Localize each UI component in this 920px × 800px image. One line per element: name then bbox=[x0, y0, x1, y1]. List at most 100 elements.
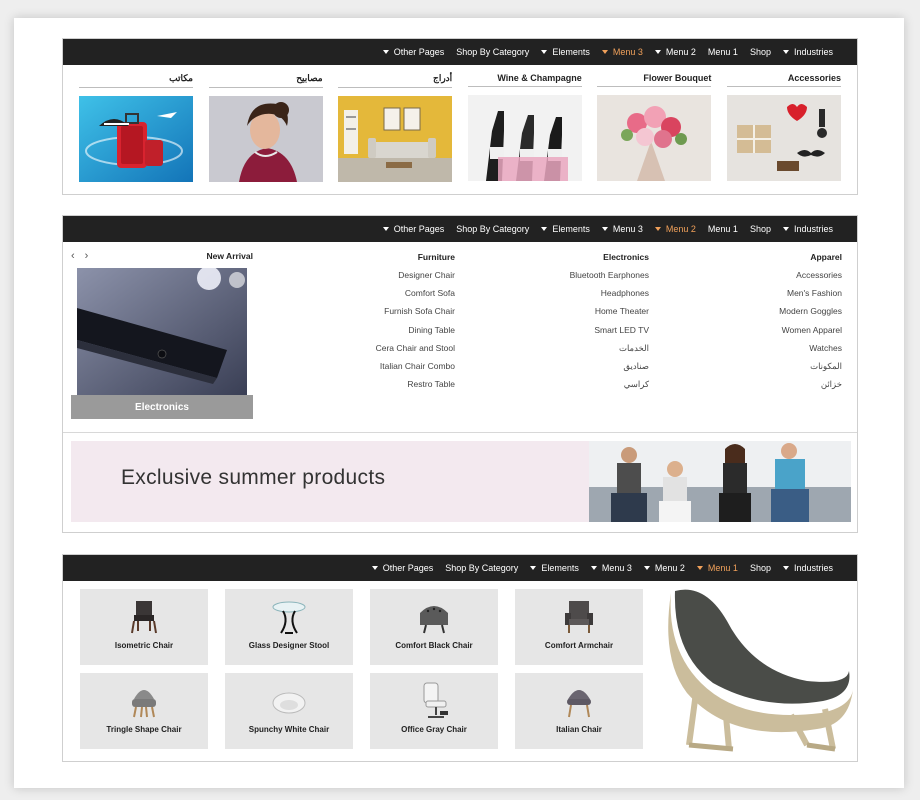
menu-link[interactable]: Smart LED TV bbox=[570, 321, 649, 339]
menu-link[interactable]: Comfort Sofa bbox=[376, 284, 455, 302]
main-nav: Other Pages Shop By Category Elements Menu … bbox=[63, 216, 857, 242]
nav-item-shop[interactable]: Shop bbox=[750, 563, 771, 573]
category-card[interactable]: مكاتب bbox=[79, 73, 193, 182]
menu-link[interactable]: Home Theater bbox=[570, 302, 649, 320]
nav-item-industries[interactable]: Industries bbox=[782, 563, 833, 573]
chevron-right-icon[interactable]: › bbox=[85, 250, 89, 262]
nav-item-other-pages[interactable]: Other Pages bbox=[382, 47, 444, 57]
nav-item-shop[interactable]: Shop bbox=[750, 224, 771, 234]
nav-item-label: Shop bbox=[749, 224, 771, 234]
people-group-image bbox=[589, 441, 851, 522]
category-title[interactable]: Wine & Champagne bbox=[467, 73, 582, 87]
category-title[interactable]: مصابيح bbox=[208, 73, 323, 88]
living-room-image[interactable] bbox=[338, 96, 453, 182]
italian-chair-icon bbox=[567, 690, 591, 718]
flowers-image[interactable] bbox=[597, 95, 712, 181]
product-tile[interactable]: Spunchy White Chair bbox=[225, 673, 353, 749]
menu-link[interactable]: Modern Goggles bbox=[779, 302, 842, 320]
champagne-image[interactable] bbox=[467, 95, 582, 181]
caret-down-icon bbox=[654, 227, 661, 231]
menu-link[interactable]: كراسي bbox=[570, 375, 649, 393]
product-tile[interactable]: Comfort Armchair bbox=[515, 589, 643, 665]
menu-link[interactable]: Headphones bbox=[570, 284, 649, 302]
menu-link[interactable]: المكونات bbox=[779, 357, 842, 375]
nav-item-industries[interactable]: Industries bbox=[782, 47, 833, 57]
nav-item-menu-3[interactable]: Menu 3 bbox=[601, 224, 643, 234]
nav-item-menu-1[interactable]: Menu 1 bbox=[708, 47, 738, 57]
product-tile[interactable]: Italian Chair bbox=[515, 673, 643, 749]
menu-link[interactable]: Bluetooth Earphones bbox=[570, 266, 649, 284]
category-title[interactable]: Accessories bbox=[726, 73, 841, 87]
caret-down-icon bbox=[601, 227, 608, 231]
category-title[interactable]: مكاتب bbox=[79, 73, 193, 88]
woman-portrait-image[interactable] bbox=[208, 96, 323, 182]
caret-down-icon bbox=[590, 566, 597, 570]
menu-link[interactable]: Designer Chair bbox=[376, 266, 455, 284]
nav-item-label: Menu 1 bbox=[707, 563, 738, 573]
menu-link[interactable]: Watches bbox=[779, 339, 842, 357]
nav-item-other-pages[interactable]: Other Pages bbox=[371, 563, 434, 573]
product-tile[interactable]: Glass Designer Stool bbox=[225, 589, 353, 665]
product-tile[interactable]: Tringle Shape Chair bbox=[80, 673, 208, 749]
tile-label: Spunchy White Chair bbox=[248, 725, 330, 734]
nav-item-elements[interactable]: Elements bbox=[541, 47, 590, 57]
product-tile[interactable]: Comfort Black Chair bbox=[370, 589, 498, 665]
category-card[interactable]: مصابيح bbox=[208, 73, 323, 182]
nav-item-label: Elements bbox=[552, 47, 590, 57]
main-nav: Other Pages Shop By Category Elements Menu … bbox=[63, 39, 857, 65]
nav-item-other-pages[interactable]: Other Pages bbox=[382, 224, 445, 234]
nav-item-menu-1[interactable]: Menu 1 bbox=[696, 563, 738, 573]
menu-link[interactable]: الخدمات bbox=[570, 339, 649, 357]
tile-label: Comfort Armchair bbox=[544, 641, 614, 650]
category-card[interactable]: Wine & Champagne bbox=[467, 73, 582, 182]
category-title[interactable]: أدراج bbox=[338, 73, 453, 88]
menu-link[interactable]: Restro Table bbox=[376, 375, 455, 393]
tile-label: Isometric Chair bbox=[114, 641, 174, 650]
menu-link[interactable]: Accessories bbox=[779, 266, 842, 284]
summer-banner[interactable]: Exclusive summer products bbox=[71, 441, 851, 522]
nav-item-shop-by-category[interactable]: Shop By Category bbox=[456, 224, 529, 234]
column-title[interactable]: Furniture bbox=[376, 252, 455, 262]
nav-item-menu-2[interactable]: Menu 2 bbox=[643, 563, 685, 573]
nav-item-shop-by-category[interactable]: Shop By Category bbox=[456, 47, 529, 57]
caret-down-icon bbox=[782, 50, 789, 54]
white-chair-icon bbox=[272, 692, 306, 714]
column-title[interactable]: Apparel bbox=[779, 252, 842, 262]
phone-image[interactable] bbox=[77, 268, 247, 395]
menu-link[interactable]: Men's Fashion bbox=[779, 284, 842, 302]
product-tile[interactable]: Office Gray Chair bbox=[370, 673, 498, 749]
luggage-image[interactable] bbox=[79, 96, 193, 182]
menu-link[interactable]: Dining Table bbox=[376, 321, 455, 339]
nav-item-shop-by-category[interactable]: Shop By Category bbox=[445, 563, 518, 573]
lounge-chair-image[interactable] bbox=[661, 585, 853, 755]
product-tile[interactable]: Isometric Chair bbox=[80, 589, 208, 665]
category-card[interactable]: Flower Bouquet bbox=[597, 73, 712, 182]
nav-item-industries[interactable]: Industries bbox=[782, 224, 833, 234]
menu-link[interactable]: خزائن bbox=[779, 375, 842, 393]
menu-link[interactable]: Women Apparel bbox=[779, 321, 842, 339]
new-arrival-caption[interactable]: Electronics bbox=[71, 395, 253, 419]
nav-item-label: Other Pages bbox=[393, 224, 445, 234]
category-card[interactable]: أدراج bbox=[338, 73, 453, 182]
nav-item-menu-2[interactable]: Menu 2 bbox=[654, 224, 696, 234]
nav-item-menu-2[interactable]: Menu 2 bbox=[654, 47, 696, 57]
nav-item-menu-3[interactable]: Menu 3 bbox=[601, 47, 643, 57]
category-card[interactable]: Accessories bbox=[726, 73, 841, 182]
caret-down-icon bbox=[530, 566, 537, 570]
menu-link[interactable]: Cera Chair and Stool bbox=[376, 339, 455, 357]
nav-item-menu-1[interactable]: Menu 1 bbox=[708, 224, 738, 234]
menu-link[interactable]: Italian Chair Combo bbox=[376, 357, 455, 375]
nav-item-elements[interactable]: Elements bbox=[541, 224, 590, 234]
nav-item-label: Industries bbox=[793, 47, 833, 57]
nav-item-elements[interactable]: Elements bbox=[530, 563, 579, 573]
nav-item-menu-3[interactable]: Menu 3 bbox=[590, 563, 632, 573]
menu-link[interactable]: Furnish Sofa Chair bbox=[376, 302, 455, 320]
category-title[interactable]: Flower Bouquet bbox=[597, 73, 712, 87]
menu-link[interactable]: صناديق bbox=[570, 357, 649, 375]
nav-item-label: Other Pages bbox=[382, 563, 434, 573]
chevron-left-icon[interactable]: ‹ bbox=[71, 250, 75, 262]
office-chair-icon bbox=[423, 682, 448, 718]
column-title[interactable]: Electronics bbox=[570, 252, 649, 262]
nav-item-shop[interactable]: Shop bbox=[750, 47, 771, 57]
accessories-image[interactable] bbox=[726, 95, 841, 181]
